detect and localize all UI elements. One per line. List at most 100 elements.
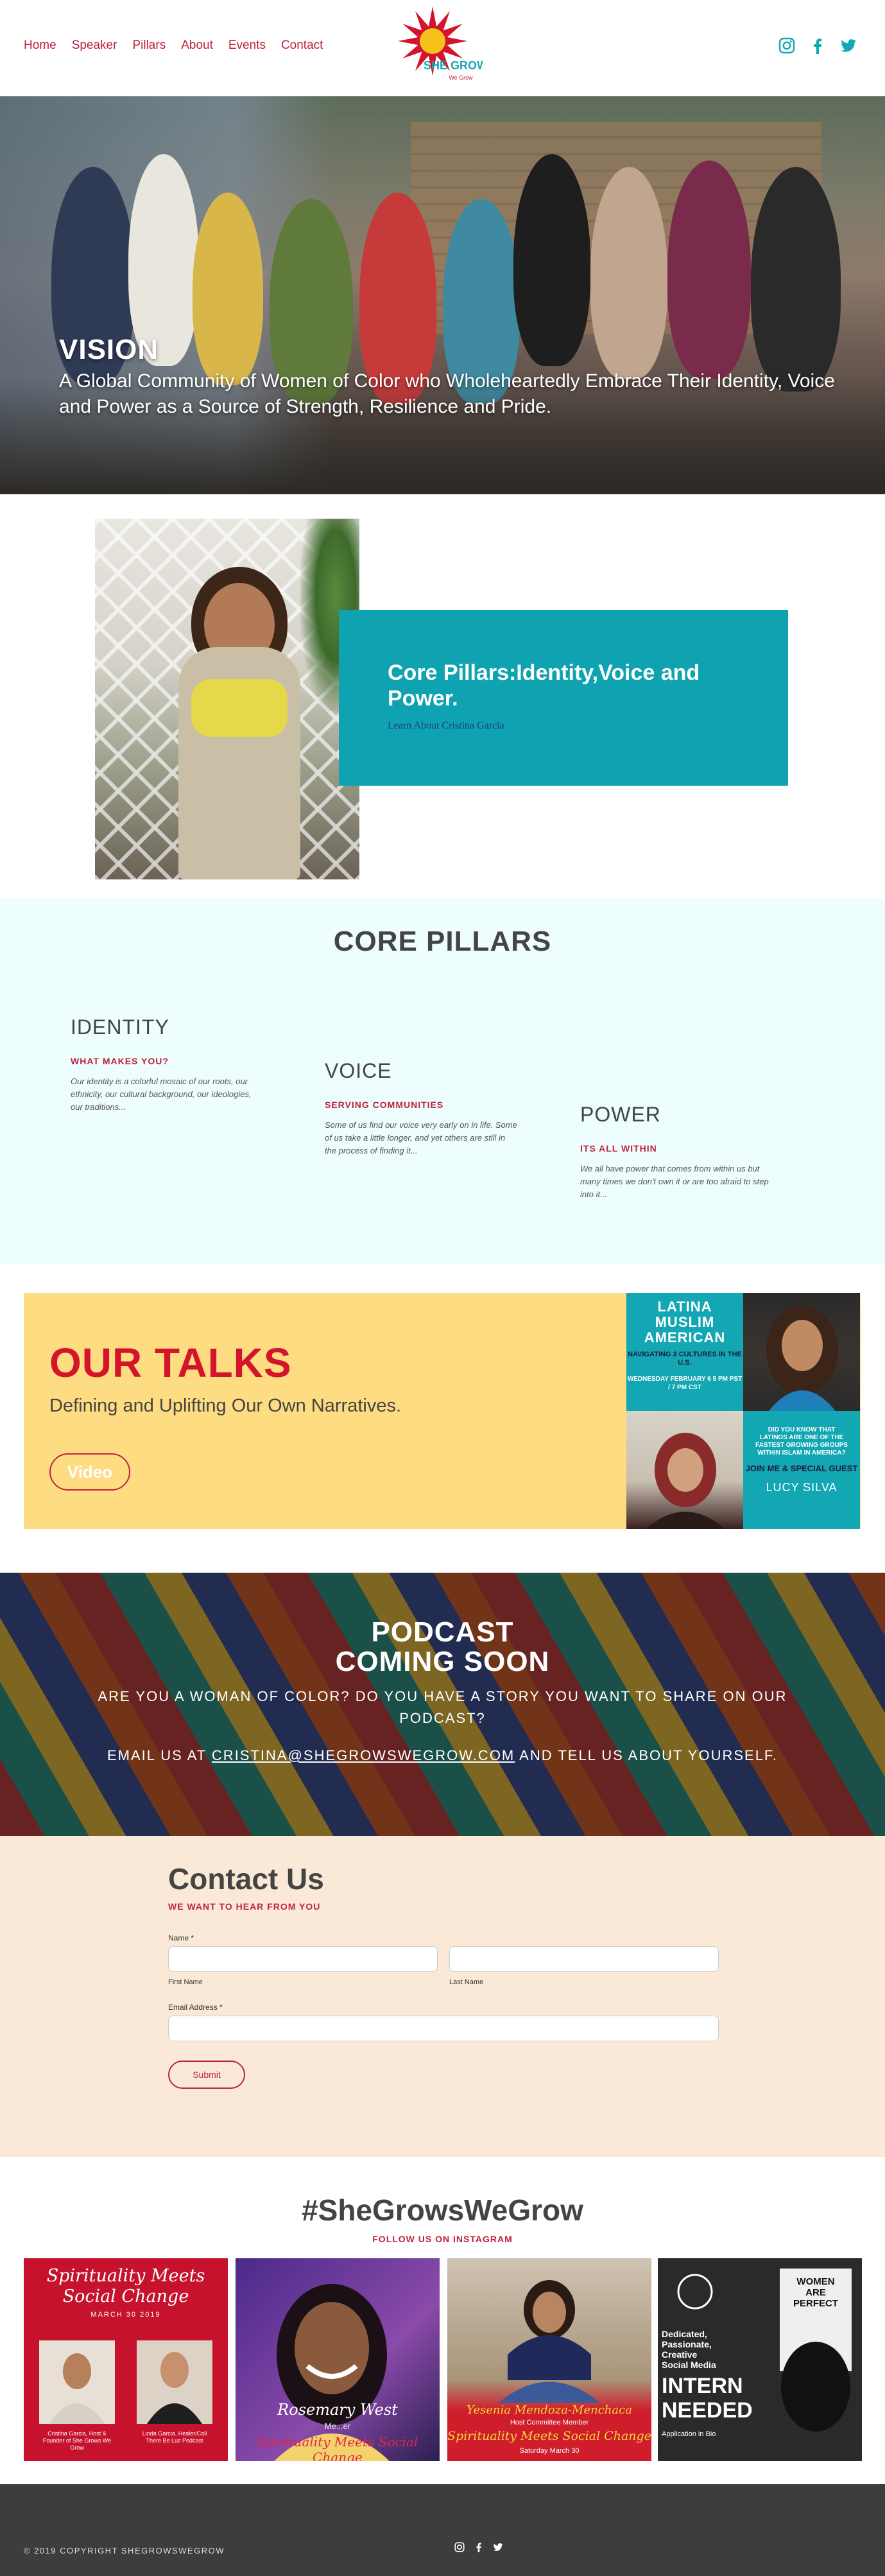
pillar-voice: VOICE SERVING COMMUNITIES Some of us fin… xyxy=(325,1059,556,1157)
instagram-post[interactable]: Yesenia Mendoza-Menchaca Host Committee … xyxy=(447,2258,651,2461)
feature-section: Core Pillars:Identity,Voice and Power. L… xyxy=(0,494,885,899)
instagram-icon[interactable] xyxy=(778,37,795,54)
collage-heading-panel: LATINA MUSLIM AMERICAN NAVIGATING 3 CULT… xyxy=(626,1293,743,1411)
ig-post-event: Spirituality Meets Social Change xyxy=(447,2429,651,2443)
pillar-subtitle: WHAT MAKES YOU? xyxy=(71,1056,169,1066)
ig-post-title: Spirituality Meets Social Change xyxy=(46,2266,205,2306)
name-label: Name * xyxy=(168,1933,194,1942)
pillar-title: VOICE xyxy=(325,1059,392,1082)
collage-join: JOIN ME & SPECIAL GUEST xyxy=(745,1464,858,1473)
pillar-text: Some of us find our voice very early on … xyxy=(325,1120,517,1155)
email-label: Email Address * xyxy=(168,2003,223,2012)
talks-collage[interactable]: LATINA MUSLIM AMERICAN NAVIGATING 3 CULT… xyxy=(626,1293,861,1529)
video-button[interactable]: Video xyxy=(49,1453,130,1491)
collage-date: WEDNESDAY FEBRUARY 6 5 PM PST / 7 PM CST xyxy=(627,1376,743,1391)
talks-section: OUR TALKS Defining and Uplifting Our Own… xyxy=(0,1265,885,1573)
podcast-email-suffix: AND TELL US ABOUT YOURSELF. xyxy=(519,1747,778,1763)
instagram-post[interactable]: Spirituality Meets Social Change MARCH 3… xyxy=(24,2258,228,2461)
ig-post-sign: WOMEN ARE PERFECT xyxy=(793,2276,838,2309)
contact-subtitle: WE WANT TO HEAR FROM YOU xyxy=(168,1901,321,1912)
instagram-section: #SheGrowsWeGrow FOLLOW US ON INSTAGRAM S… xyxy=(0,2157,885,2484)
pillar-identity: IDENTITY WHAT MAKES YOU? Our identity is… xyxy=(71,1016,302,1114)
ig-post-date: Saturday March 30 xyxy=(519,2447,580,2455)
email-field[interactable] xyxy=(168,2016,719,2041)
podcast-email-prefix: EMAIL US AT xyxy=(107,1747,207,1763)
talks-banner: OUR TALKS Defining and Uplifting Our Own… xyxy=(24,1293,861,1529)
instagram-post[interactable]: WOMEN ARE PERFECT Dedicated, Passionate,… xyxy=(658,2258,862,2461)
ig-post-photo xyxy=(499,2280,600,2403)
email-row xyxy=(168,2016,719,2041)
last-name-field[interactable] xyxy=(449,1946,719,1972)
instagram-title: #SheGrowsWeGrow xyxy=(302,2193,583,2227)
talks-subtitle: Defining and Uplifting Our Own Narrative… xyxy=(49,1396,402,1416)
nav-pillars[interactable]: Pillars xyxy=(132,39,166,53)
pillar-title: IDENTITY xyxy=(71,1016,169,1039)
footer-copyright: © 2019 COPYRIGHT SHEGROWSWEGROW xyxy=(24,2546,225,2555)
site-header: Home Speaker Pillars About Events Contac… xyxy=(0,0,885,96)
ig-post-event: Spirituality Meets Social Change xyxy=(257,2434,418,2461)
ig-post-date: MARCH 30 2019 xyxy=(90,2311,161,2319)
ig-post-line: Dedicated, xyxy=(662,2329,707,2339)
collage-subheading: NAVIGATING 3 CULTURES IN THE U.S. xyxy=(628,1351,742,1367)
ig-post-photos xyxy=(39,2340,212,2424)
logo-tagline: We Grow xyxy=(449,74,473,81)
first-name-group: First Name xyxy=(168,1946,438,1986)
ig-post-name: Rosemary West xyxy=(277,2401,398,2419)
ig-post-headline: INTERN NEEDED xyxy=(662,2374,753,2423)
podcast-email-line: EMAIL US AT CRISTINA@SHEGROWSWEGROW.COM … xyxy=(0,1747,885,1764)
pillar-text: Our identity is a colorful mosaic of our… xyxy=(71,1076,252,1112)
ig-post-role: Host Committee Member xyxy=(510,2419,589,2426)
podcast-title-line2: COMING SOON xyxy=(335,1646,550,1677)
nav-home[interactable]: Home xyxy=(24,39,56,53)
first-name-hint: First Name xyxy=(168,1978,203,1986)
main-nav: Home Speaker Pillars About Events Contac… xyxy=(24,39,323,53)
collage-guest-name: LUCY SILVA xyxy=(766,1481,838,1494)
speaker-shirt xyxy=(191,679,288,737)
core-pillars-section: CORE PILLARS IDENTITY WHAT MAKES YOU? Ou… xyxy=(0,899,885,1265)
header-social xyxy=(778,37,857,54)
instagram-post[interactable]: Rosemary West Me...er Spirituality Meets… xyxy=(236,2258,440,2461)
ig-post-role: Me...er xyxy=(324,2421,351,2431)
footer-social xyxy=(454,2542,503,2552)
submit-button[interactable]: Submit xyxy=(168,2061,245,2089)
instagram-follow-link[interactable]: FOLLOW US ON INSTAGRAM xyxy=(0,2234,885,2244)
hero-text: VISION A Global Community of Women of Co… xyxy=(59,334,848,420)
facebook-icon[interactable] xyxy=(809,37,826,54)
core-pillars-title: CORE PILLARS xyxy=(333,926,552,957)
core-pillars-card-title: Core Pillars:Identity,Voice and Power. xyxy=(388,661,700,711)
ig-post-line: Passionate, xyxy=(662,2339,712,2349)
ig-post-caption: Linda Garcia, Healer/Call There Be Luz P… xyxy=(142,2430,207,2444)
podcast-question: ARE YOU A WOMAN OF COLOR? DO YOU HAVE A … xyxy=(98,1688,787,1726)
twitter-icon[interactable] xyxy=(840,37,857,54)
twitter-icon[interactable] xyxy=(493,2542,503,2552)
collage-photo xyxy=(743,1293,860,1411)
contact-form: Contact Us WE WANT TO HEAR FROM YOU Name… xyxy=(168,1862,719,2089)
contact-section: Contact Us WE WANT TO HEAR FROM YOU Name… xyxy=(0,1836,885,2157)
nav-contact[interactable]: Contact xyxy=(281,39,323,53)
pillar-text: We all have power that comes from within… xyxy=(580,1164,769,1199)
logo-text: SHE GROWS xyxy=(424,59,483,72)
site-logo[interactable]: SHE GROWS We Grow xyxy=(393,5,483,90)
speaker-photo xyxy=(95,519,359,879)
ig-post-line: Creative xyxy=(662,2349,698,2360)
core-pillars-card: Core Pillars:Identity,Voice and Power. L… xyxy=(339,610,788,786)
last-name-group: Last Name xyxy=(449,1946,719,1986)
podcast-title-line1: PODCAST xyxy=(371,1616,514,1648)
first-name-field[interactable] xyxy=(168,1946,438,1972)
instagram-icon[interactable] xyxy=(454,2542,465,2552)
pillar-title: POWER xyxy=(580,1103,661,1126)
facebook-icon[interactable] xyxy=(474,2542,484,2552)
site-footer: © 2019 COPYRIGHT SHEGROWSWEGROW xyxy=(0,2484,885,2576)
hero-section: VISION A Global Community of Women of Co… xyxy=(0,96,885,494)
nav-speaker[interactable]: Speaker xyxy=(72,39,117,53)
learn-about-link[interactable]: Learn About Cristina Garcia xyxy=(388,720,504,732)
nav-events[interactable]: Events xyxy=(228,39,266,53)
hero-subtitle: A Global Community of Women of Color who… xyxy=(59,370,835,417)
podcast-email-link[interactable]: CRISTINA@SHEGROWSWEGROW.COM xyxy=(212,1747,515,1763)
podcast-title: PODCAST COMING SOON xyxy=(0,1618,885,1677)
ig-post-caption: Cristina Garcia, Host & Founder of She G… xyxy=(42,2430,112,2451)
ig-post-note: Application in Bio xyxy=(662,2430,716,2438)
pillar-power: POWER ITS ALL WITHIN We all have power t… xyxy=(580,1103,811,1201)
contact-title: Contact Us xyxy=(168,1862,324,1896)
nav-about[interactable]: About xyxy=(181,39,213,53)
